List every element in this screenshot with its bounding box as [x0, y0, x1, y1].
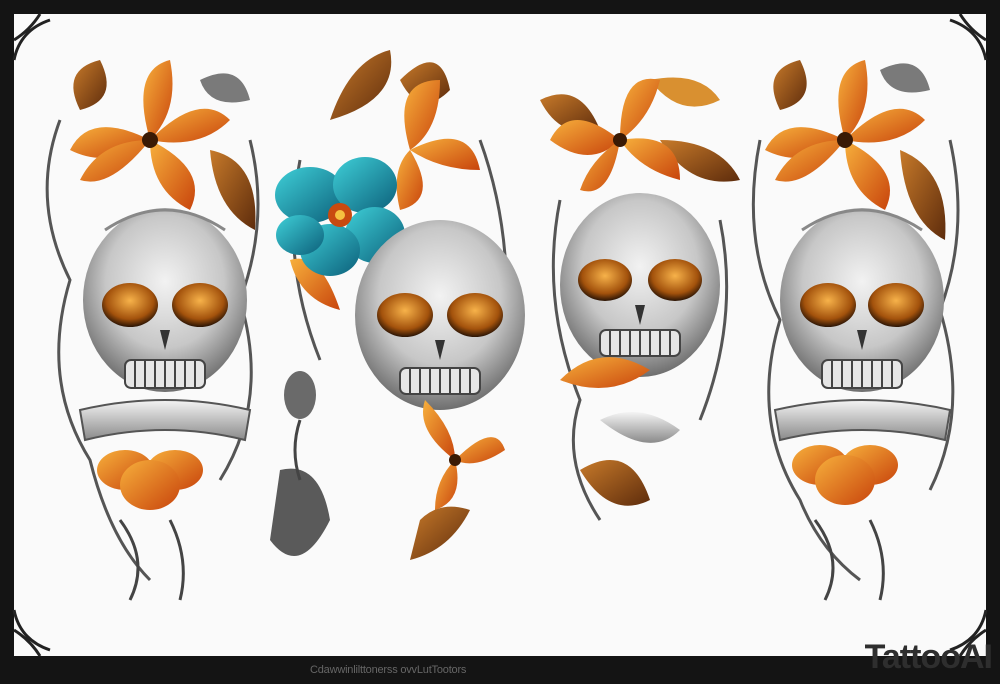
- watermark-logo: TattooAI: [864, 638, 993, 676]
- skull-design-3: [540, 77, 740, 521]
- skull-flower-tattoo-artwork: [12, 13, 988, 657]
- skull-design-2: [270, 50, 525, 560]
- skull-design-4: [751, 60, 960, 601]
- caption-text: Cdawwinlilttonerss ovvLutTootors: [310, 664, 467, 676]
- skull-design-1: [45, 60, 260, 601]
